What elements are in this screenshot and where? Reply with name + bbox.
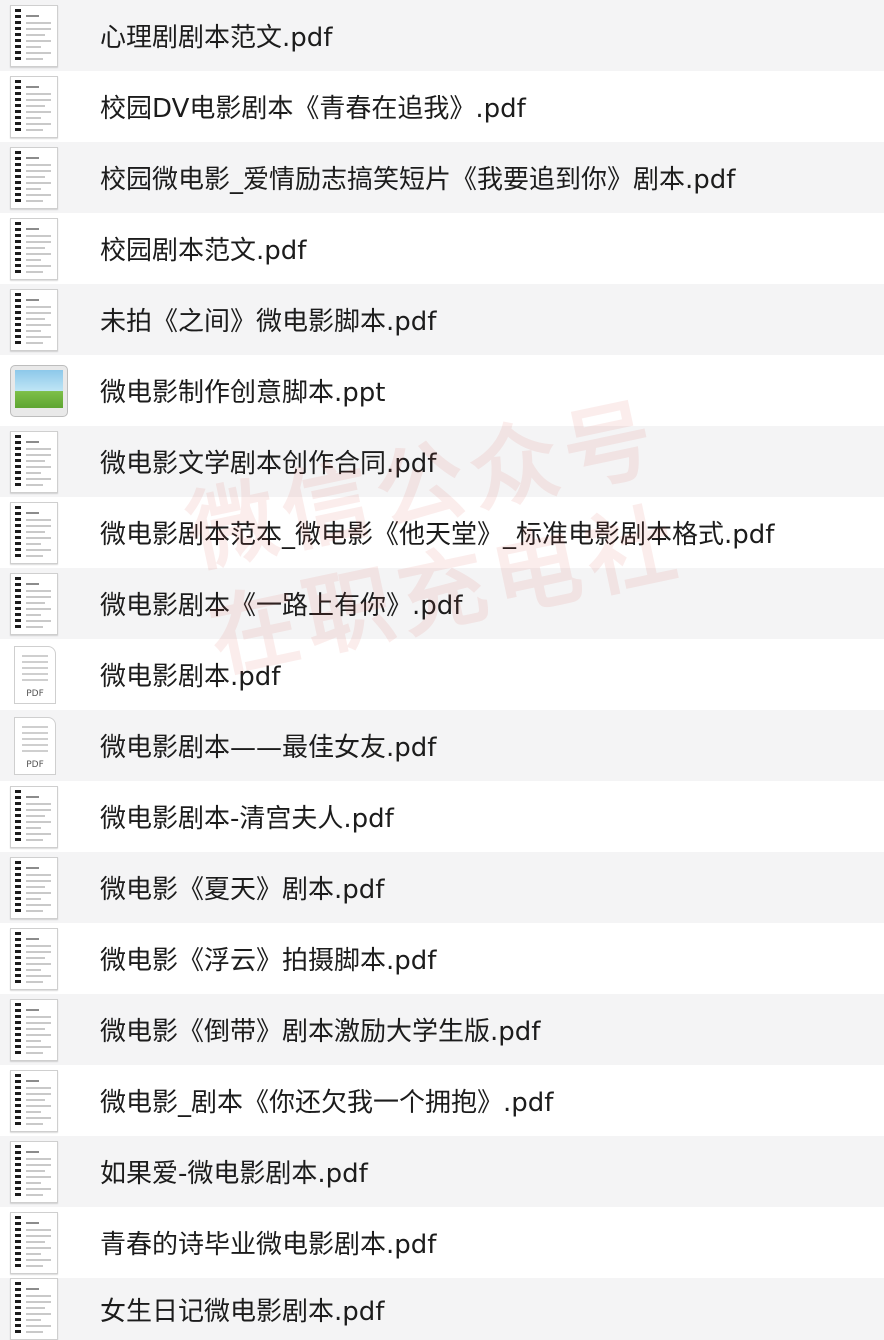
document-icon xyxy=(10,1069,58,1132)
file-name: 微电影文学剧本创作合同.pdf xyxy=(100,449,437,479)
document-icon xyxy=(10,998,58,1061)
document-icon xyxy=(10,1140,58,1203)
document-icon xyxy=(10,572,58,635)
file-row[interactable]: 女生日记微电影剧本.pdf xyxy=(0,1278,884,1340)
file-row[interactable]: 微电影《浮云》拍摄脚本.pdf xyxy=(0,923,884,994)
pdf-icon: PDF xyxy=(14,716,56,775)
file-name: 微电影制作创意脚本.ppt xyxy=(100,378,386,408)
document-icon xyxy=(10,785,58,848)
document-icon xyxy=(10,501,58,564)
file-name: 如果爱-微电影剧本.pdf xyxy=(100,1159,368,1189)
file-name: 校园DV电影剧本《青春在追我》.pdf xyxy=(100,94,526,124)
file-row[interactable]: 心理剧剧本范文.pdf xyxy=(0,0,884,71)
document-icon xyxy=(10,856,58,919)
file-name: 未拍《之间》微电影脚本.pdf xyxy=(100,307,437,337)
file-name: 微电影《浮云》拍摄脚本.pdf xyxy=(100,946,437,976)
file-name: 微电影剧本《一路上有你》.pdf xyxy=(100,591,463,621)
file-list: 心理剧剧本范文.pdf 校园DV电影剧本《青春在追我》.pdf 校园微电影_爱情… xyxy=(0,0,884,1340)
file-name: 校园微电影_爱情励志搞笑短片《我要追到你》剧本.pdf xyxy=(100,165,736,195)
file-row[interactable]: 校园微电影_爱情励志搞笑短片《我要追到你》剧本.pdf xyxy=(0,142,884,213)
file-row[interactable]: 如果爱-微电影剧本.pdf xyxy=(0,1136,884,1207)
pdf-tag: PDF xyxy=(26,688,44,699)
file-row[interactable]: 微电影_剧本《你还欠我一个拥抱》.pdf xyxy=(0,1065,884,1136)
presentation-icon xyxy=(10,364,68,417)
file-row[interactable]: 未拍《之间》微电影脚本.pdf xyxy=(0,284,884,355)
file-name: 微电影剧本-清宫夫人.pdf xyxy=(100,804,394,834)
file-name: 青春的诗毕业微电影剧本.pdf xyxy=(100,1230,437,1260)
file-name: 微电影_剧本《你还欠我一个拥抱》.pdf xyxy=(100,1088,554,1118)
file-row[interactable]: 微电影剧本-清宫夫人.pdf xyxy=(0,781,884,852)
file-name: 微电影剧本范本_微电影《他天堂》_标准电影剧本格式.pdf xyxy=(100,520,775,550)
document-icon xyxy=(10,1278,58,1340)
document-icon xyxy=(10,217,58,280)
pdf-icon: PDF xyxy=(14,645,56,704)
file-row[interactable]: 微电影《夏天》剧本.pdf xyxy=(0,852,884,923)
file-row[interactable]: 微电影《倒带》剧本激励大学生版.pdf xyxy=(0,994,884,1065)
document-icon xyxy=(10,430,58,493)
file-row[interactable]: 微电影制作创意脚本.ppt xyxy=(0,355,884,426)
file-name: 微电影剧本——最佳女友.pdf xyxy=(100,733,437,763)
file-name: 微电影《夏天》剧本.pdf xyxy=(100,875,385,905)
file-row[interactable]: 微电影剧本范本_微电影《他天堂》_标准电影剧本格式.pdf xyxy=(0,497,884,568)
document-icon xyxy=(10,4,58,67)
document-icon xyxy=(10,1211,58,1274)
document-icon xyxy=(10,146,58,209)
file-row[interactable]: 微电影文学剧本创作合同.pdf xyxy=(0,426,884,497)
document-icon xyxy=(10,75,58,138)
file-name: 女生日记微电影剧本.pdf xyxy=(100,1296,385,1327)
file-name: 微电影剧本.pdf xyxy=(100,662,281,692)
file-row[interactable]: 微电影剧本《一路上有你》.pdf xyxy=(0,568,884,639)
pdf-tag: PDF xyxy=(26,759,44,770)
file-row[interactable]: 青春的诗毕业微电影剧本.pdf xyxy=(0,1207,884,1278)
document-icon xyxy=(10,927,58,990)
file-row[interactable]: PDF 微电影剧本——最佳女友.pdf xyxy=(0,710,884,781)
file-row[interactable]: 校园DV电影剧本《青春在追我》.pdf xyxy=(0,71,884,142)
file-name: 微电影《倒带》剧本激励大学生版.pdf xyxy=(100,1017,541,1047)
file-name: 心理剧剧本范文.pdf xyxy=(100,23,333,53)
file-row[interactable]: 校园剧本范文.pdf xyxy=(0,213,884,284)
file-row[interactable]: PDF 微电影剧本.pdf xyxy=(0,639,884,710)
file-name: 校园剧本范文.pdf xyxy=(100,236,307,266)
document-icon xyxy=(10,288,58,351)
